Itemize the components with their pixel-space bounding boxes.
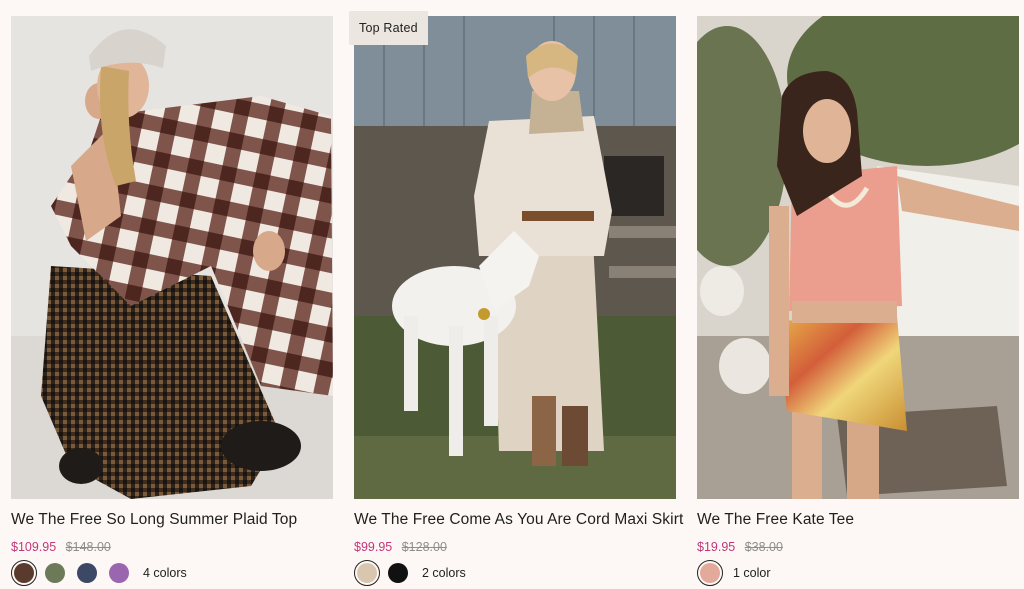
product-image[interactable] xyxy=(697,16,1019,499)
color-swatches: 2 colors xyxy=(354,560,466,586)
original-price: $148.00 xyxy=(65,540,111,554)
price-row: $109.95 $148.00 xyxy=(11,540,111,554)
sale-price: $19.95 xyxy=(697,540,736,554)
color-count: 4 colors xyxy=(143,566,187,580)
product-grid: We The Free So Long Summer Plaid Top $10… xyxy=(0,0,1024,589)
color-swatch[interactable] xyxy=(109,563,129,583)
original-price: $38.00 xyxy=(744,540,783,554)
sale-price: $109.95 xyxy=(11,540,57,554)
color-swatch[interactable] xyxy=(45,563,65,583)
product-photo-plaid xyxy=(11,16,333,499)
product-photo-tee xyxy=(697,16,1019,499)
original-price: $128.00 xyxy=(401,540,447,554)
product-card: We The Free So Long Summer Plaid Top $10… xyxy=(11,0,333,589)
price-row: $19.95 $38.00 xyxy=(697,540,783,554)
product-title[interactable]: We The Free Come As You Are Cord Maxi Sk… xyxy=(354,511,683,529)
color-swatch[interactable] xyxy=(354,560,380,586)
product-title[interactable]: We The Free Kate Tee xyxy=(697,511,1019,529)
product-card: We The Free Kate Tee $19.95 $38.00 1 col… xyxy=(697,0,1019,589)
product-photo-goat xyxy=(354,16,676,499)
sale-price: $99.95 xyxy=(354,540,393,554)
color-swatch[interactable] xyxy=(697,560,723,586)
color-swatches: 4 colors xyxy=(11,560,187,586)
product-title[interactable]: We The Free So Long Summer Plaid Top xyxy=(11,511,333,529)
color-swatch[interactable] xyxy=(77,563,97,583)
color-count: 2 colors xyxy=(422,566,466,580)
color-swatches: 1 color xyxy=(697,560,771,586)
color-swatch[interactable] xyxy=(388,563,408,583)
top-rated-badge: Top Rated xyxy=(349,11,428,45)
product-image[interactable] xyxy=(354,16,676,499)
product-image[interactable] xyxy=(11,16,333,499)
price-row: $99.95 $128.00 xyxy=(354,540,447,554)
color-count: 1 color xyxy=(733,566,771,580)
color-swatch[interactable] xyxy=(11,560,37,586)
product-card: Top Rated We The Free Come As You Are Co… xyxy=(349,0,683,589)
